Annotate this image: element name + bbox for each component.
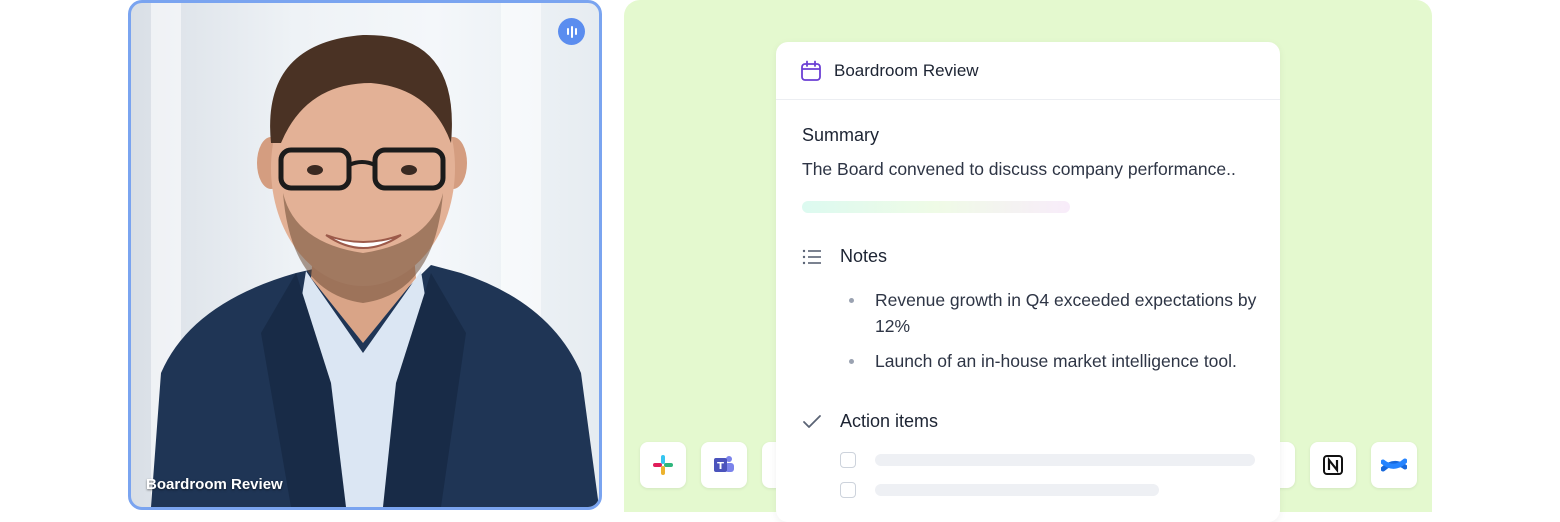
meeting-notes-card: Boardroom Review Summary The Board conve…: [776, 42, 1280, 522]
slack-icon[interactable]: [640, 442, 686, 488]
check-icon: [803, 414, 821, 428]
participant-label: Boardroom Review: [146, 476, 283, 493]
action-items-label: Action items: [840, 411, 939, 431]
action-item-checkbox[interactable]: [840, 482, 856, 498]
teams-icon[interactable]: T: [701, 442, 747, 488]
card-header: Boardroom Review: [776, 42, 1280, 100]
audio-wave-icon[interactable]: [558, 18, 585, 45]
calendar-icon: [801, 60, 821, 81]
note-bullet: [849, 298, 854, 303]
participant-photo: [151, 34, 599, 507]
summary-label: Summary: [802, 125, 880, 145]
confluence-icon[interactable]: [1371, 442, 1417, 488]
action-items-section-header: Action items: [802, 411, 938, 432]
summary-text: The Board convened to discuss company pe…: [802, 159, 1236, 179]
note-bullet: [849, 359, 854, 364]
action-item-placeholder: [875, 454, 1255, 466]
loading-shimmer: [802, 201, 1070, 213]
action-item-checkbox[interactable]: [840, 452, 856, 468]
notes-section-header: Notes: [802, 246, 887, 267]
card-title: Boardroom Review: [834, 60, 979, 80]
svg-text:T: T: [717, 461, 724, 472]
note-item: Revenue growth in Q4 exceeded expectatio…: [875, 290, 1257, 336]
action-item-placeholder: [875, 484, 1159, 496]
note-item: Launch of an in-house market intelligenc…: [875, 351, 1237, 371]
notion-icon[interactable]: [1310, 442, 1356, 488]
video-tile[interactable]: Boardroom Review: [128, 0, 602, 510]
list-icon: [802, 249, 821, 264]
notes-label: Notes: [840, 246, 888, 266]
